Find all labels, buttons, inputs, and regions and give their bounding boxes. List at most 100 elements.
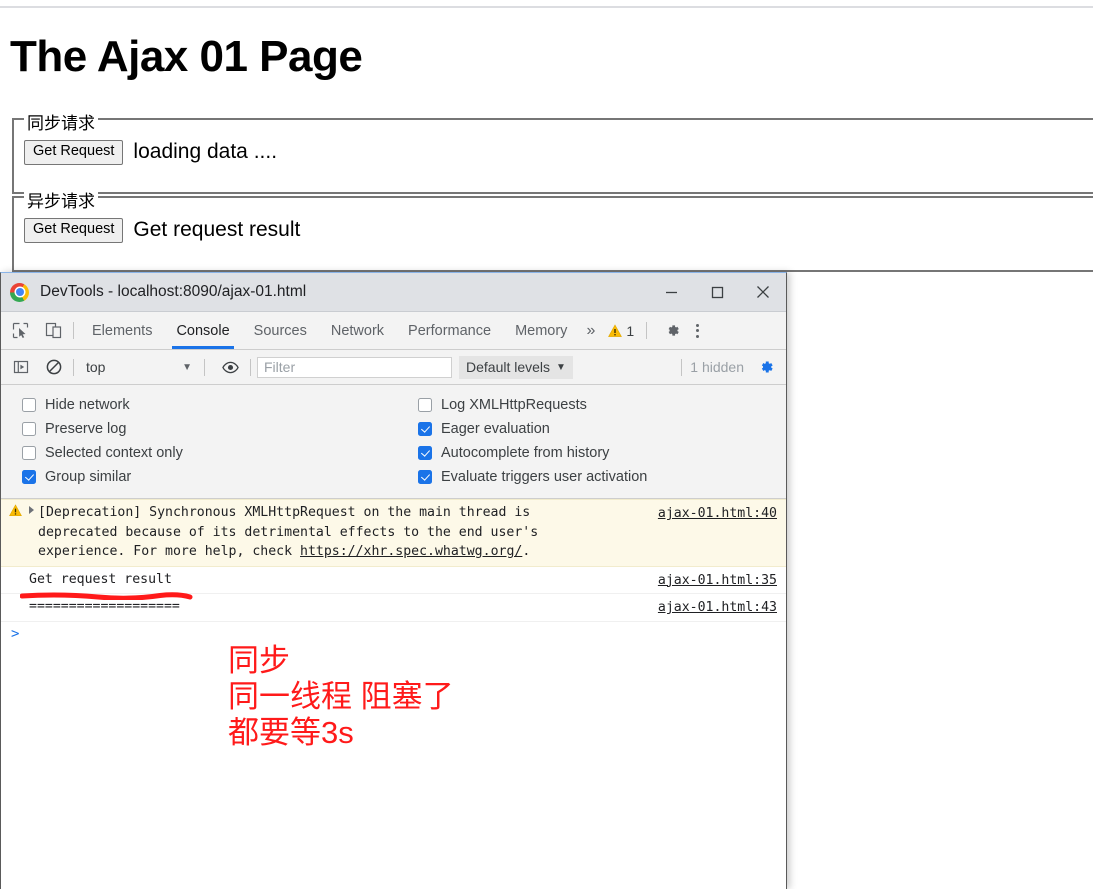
settings-column-right: Log XMLHttpRequests Eager evaluation Aut… [390,393,786,489]
checkbox[interactable] [22,470,36,484]
checkbox[interactable] [418,446,432,460]
gear-icon[interactable] [659,317,686,344]
source-link[interactable]: ajax-01.html:43 [658,598,777,618]
warning-badge[interactable]: 1 [602,323,640,339]
warning-triangle-icon [9,504,22,517]
console-prompt[interactable]: > [1,622,786,646]
filter-input[interactable]: Filter [257,357,452,378]
close-icon [756,285,770,299]
async-row: Get Request Get request result [24,218,300,243]
setting-label: Evaluate triggers user activation [441,469,647,485]
source-link[interactable]: ajax-01.html:40 [658,504,777,524]
setting-evaluate-triggers-user-activation[interactable]: Evaluate triggers user activation [397,465,786,489]
checkbox[interactable] [418,398,432,412]
settings-gear-icon [664,322,681,339]
console-settings-panel: Hide network Preserve log Selected conte… [1,385,786,499]
devtools-tabbar: Elements Console Sources Network Perform… [1,312,786,350]
kebab-dot [696,329,699,332]
devtools-titlebar: DevTools - localhost:8090/ajax-01.html [1,273,786,312]
log-levels-select[interactable]: Default levels ▼ [459,356,573,379]
setting-group-similar[interactable]: Group similar [1,465,390,489]
log-levels-value: Default levels [466,359,550,375]
minimize-button[interactable] [648,273,694,311]
devtools-window: DevTools - localhost:8090/ajax-01.html [0,272,787,889]
toolbar-divider-2 [646,322,647,339]
window-controls [648,273,786,311]
message-gutter [1,500,29,566]
setting-label: Log XMLHttpRequests [441,397,587,413]
filterbar-divider-2 [204,359,205,376]
kebab-dot [696,324,699,327]
async-get-request-button[interactable]: Get Request [24,218,123,243]
chrome-logo-icon [10,283,29,302]
checkbox[interactable] [418,422,432,436]
async-result-text: Get request result [133,218,300,242]
console-sidebar-icon[interactable] [7,354,34,381]
setting-hide-network[interactable]: Hide network [1,393,390,417]
console-settings-gear-icon[interactable] [754,355,778,379]
expand-arrow-icon[interactable] [29,506,34,514]
gear-icon [757,358,775,376]
sync-request-fieldset: 同步请求 Get Request loading data .... [12,118,1093,194]
console-message-log[interactable]: =================== ajax-01.html:43 [1,594,786,622]
device-toolbar-icon[interactable] [40,317,67,344]
chevron-down-icon: ▼ [556,362,566,373]
sync-row: Get Request loading data .... [24,140,277,165]
warning-count: 1 [626,323,634,339]
filterbar-divider-3 [250,359,251,376]
checkbox[interactable] [22,422,36,436]
maximize-icon [711,286,724,299]
setting-preserve-log[interactable]: Preserve log [1,417,390,441]
checkbox[interactable] [418,470,432,484]
setting-label: Group similar [45,469,131,485]
close-button[interactable] [740,273,786,311]
sync-result-text: loading data .... [133,140,277,164]
checkbox[interactable] [22,398,36,412]
console-output: [Deprecation] Synchronous XMLHttpRequest… [1,499,786,646]
setting-label: Selected context only [45,445,183,461]
filterbar-divider-4 [681,359,682,376]
tab-elements[interactable]: Elements [80,313,164,349]
checkbox[interactable] [22,446,36,460]
console-message-warning[interactable]: [Deprecation] Synchronous XMLHttpRequest… [1,499,786,567]
inspect-cursor-icon [12,322,29,339]
kebab-dot [696,335,699,338]
async-request-fieldset: 异步请求 Get Request Get request result [12,196,1093,272]
tab-sources[interactable]: Sources [242,313,319,349]
setting-label: Preserve log [45,421,126,437]
more-options-icon[interactable] [686,317,708,344]
more-tabs-icon[interactable]: » [579,322,602,340]
setting-log-xmlhttprequests[interactable]: Log XMLHttpRequests [397,393,786,417]
sidebar-toggle-icon [13,359,29,375]
setting-eager-evaluation[interactable]: Eager evaluation [397,417,786,441]
filterbar-divider [73,359,74,376]
setting-selected-context-only[interactable]: Selected context only [1,441,390,465]
hidden-messages-count: 1 hidden [690,359,744,375]
console-message-log[interactable]: Get request result ajax-01.html:35 [1,567,786,595]
async-fieldset-legend: 异步请求 [24,187,98,212]
page-title: The Ajax 01 Page [10,32,362,82]
warning-triangle-icon [608,324,622,338]
minimize-icon [665,286,678,299]
tab-performance[interactable]: Performance [396,313,503,349]
inspect-element-icon[interactable] [7,317,34,344]
setting-label: Hide network [45,397,130,413]
clear-console-icon[interactable] [40,354,67,381]
setting-label: Autocomplete from history [441,445,609,461]
whatwg-spec-link[interactable]: https://xhr.spec.whatwg.org/ [300,544,522,559]
sync-get-request-button[interactable]: Get Request [24,140,123,165]
setting-autocomplete-from-history[interactable]: Autocomplete from history [397,441,786,465]
maximize-button[interactable] [694,273,740,311]
sync-fieldset-legend: 同步请求 [24,109,98,134]
toolbar-divider [73,322,74,339]
settings-column-left: Hide network Preserve log Selected conte… [1,393,390,489]
execution-context-value: top [86,359,105,375]
message-gutter [1,594,29,621]
source-link[interactable]: ajax-01.html:35 [658,571,777,591]
tab-memory[interactable]: Memory [503,313,579,349]
execution-context-select[interactable]: top ▼ [80,359,198,375]
live-expression-icon[interactable] [217,354,244,381]
tab-network[interactable]: Network [319,313,396,349]
device-toggle-icon [45,322,62,339]
tab-console[interactable]: Console [164,313,241,349]
